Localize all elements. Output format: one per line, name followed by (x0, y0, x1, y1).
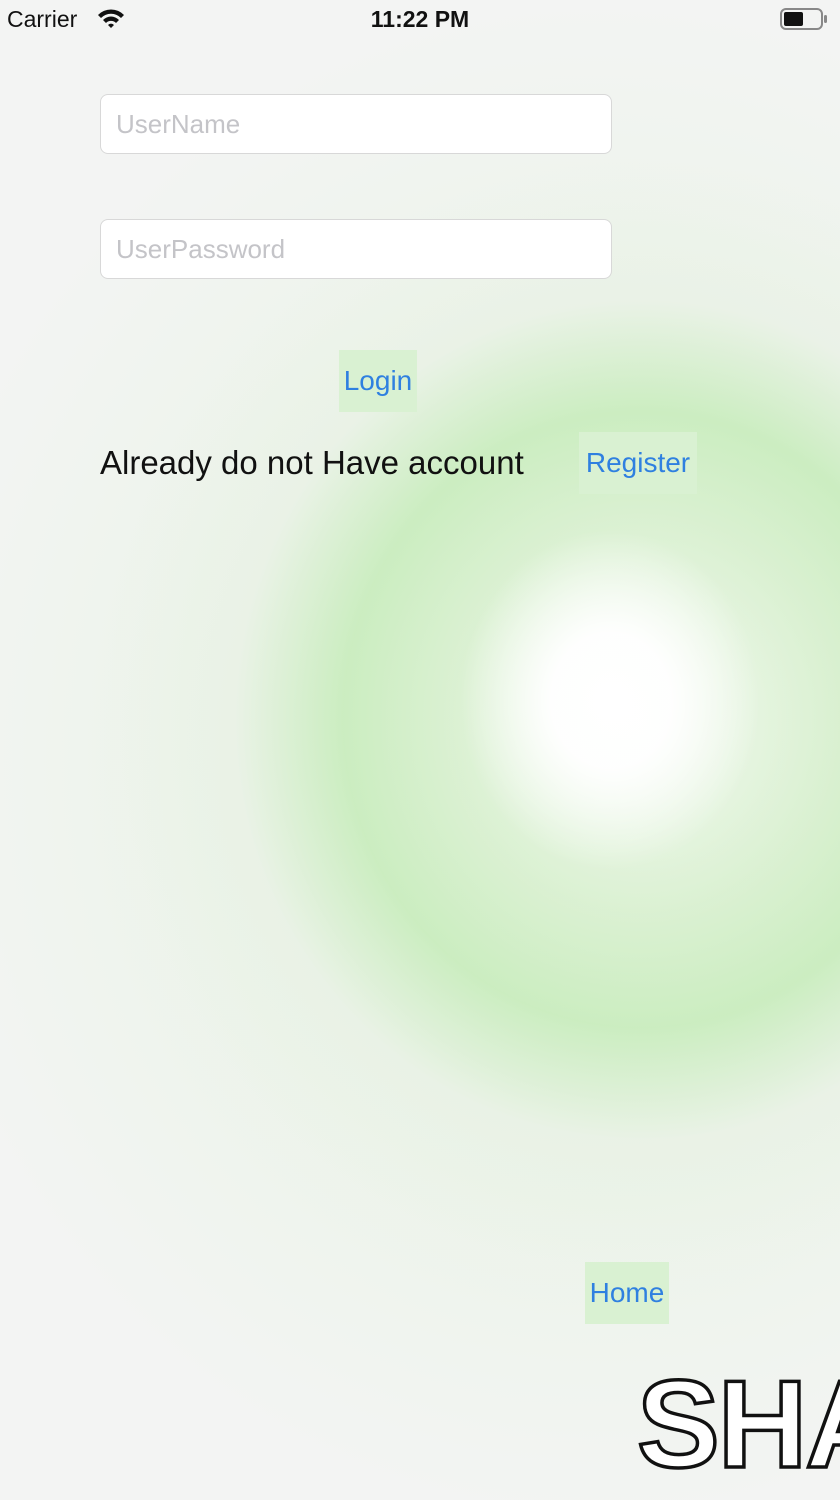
register-button[interactable]: Register (579, 432, 697, 494)
login-button[interactable]: Login (339, 350, 417, 412)
status-bar: Carrier 11:22 PM (0, 0, 840, 40)
battery-icon (780, 8, 828, 30)
home-button[interactable]: Home (585, 1262, 669, 1324)
watermark-logo: SHA (635, 1364, 840, 1474)
password-input[interactable] (100, 219, 612, 279)
svg-text:SHA: SHA (637, 1364, 840, 1474)
username-input[interactable] (100, 94, 612, 154)
register-prompt-text: Already do not Have account (100, 444, 524, 481)
battery-fill (784, 12, 803, 26)
clock-time: 11:22 PM (370, 6, 470, 32)
